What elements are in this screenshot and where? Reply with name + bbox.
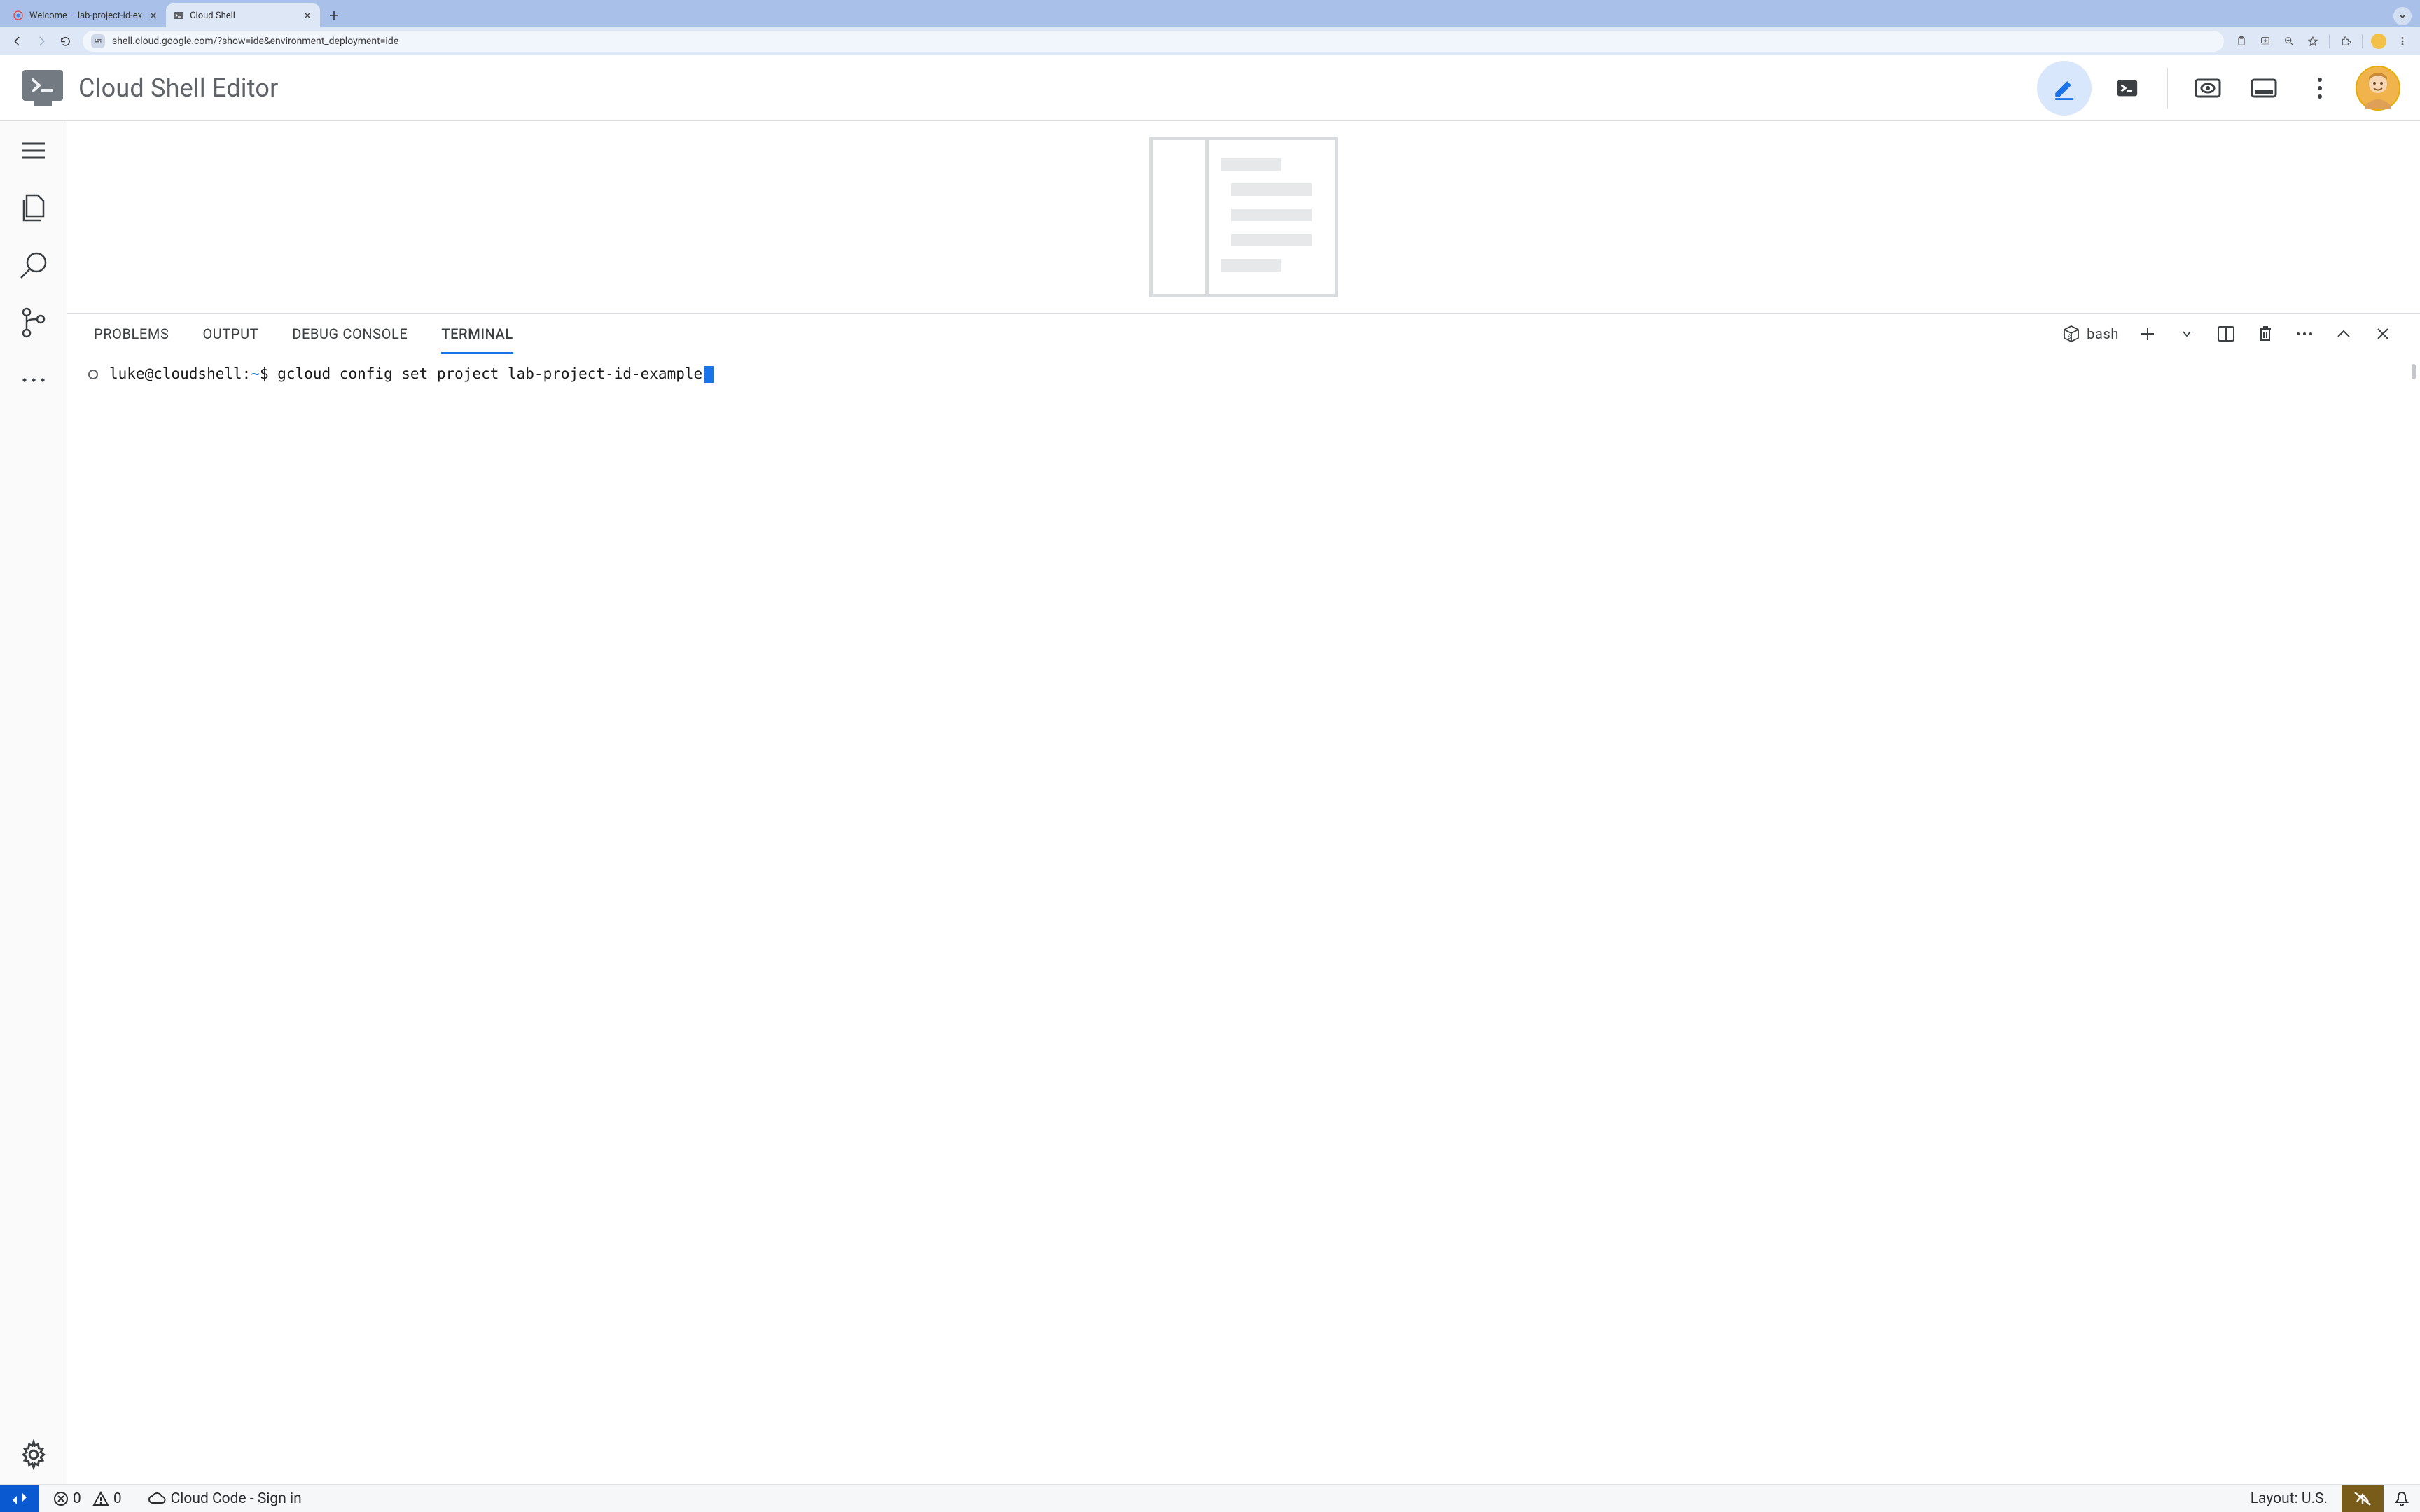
profile-avatar-icon[interactable] <box>2368 31 2389 52</box>
cloud-shell-header: Cloud Shell Editor <box>0 55 2420 121</box>
terminal-shell-label: bash <box>2087 326 2119 342</box>
editor-main-pane: PROBLEMS OUTPUT DEBUG CONSOLE TERMINAL $… <box>67 121 2420 1484</box>
cloud-icon <box>147 1492 167 1506</box>
terminal-scrollbar[interactable] <box>2412 364 2416 379</box>
svg-text:$: $ <box>2068 334 2071 340</box>
chrome-menu-icon[interactable] <box>2392 31 2413 52</box>
close-panel-button[interactable] <box>2372 323 2393 344</box>
cloud-code-label: Cloud Code - Sign in <box>171 1490 302 1507</box>
terminal-cursor-icon <box>704 366 714 383</box>
cloud-code-signin[interactable]: Cloud Code - Sign in <box>147 1490 302 1507</box>
back-button[interactable] <box>7 31 28 52</box>
panel-more-button[interactable] <box>2294 323 2315 344</box>
settings-button[interactable] <box>17 1438 50 1471</box>
warnings-value: 0 <box>113 1490 122 1507</box>
maximize-panel-button[interactable] <box>2333 323 2354 344</box>
status-warning-badge[interactable] <box>2342 1485 2384 1512</box>
more-options-button[interactable] <box>2300 68 2340 108</box>
browser-toolbar: shell.cloud.google.com/?show=ide&environ… <box>0 27 2420 55</box>
close-icon[interactable] <box>302 10 313 21</box>
empty-editor-illustration-icon <box>1149 136 1338 298</box>
status-right: Layout: U.S. <box>2237 1485 2420 1512</box>
page-title: Cloud Shell Editor <box>78 74 278 103</box>
header-divider <box>2167 68 2168 108</box>
new-tab-button[interactable] <box>324 6 344 25</box>
editor-empty-state <box>67 121 2420 313</box>
terminal-line: luke@cloudshell:~$ gcloud config set pro… <box>88 365 2399 383</box>
tab-terminal[interactable]: TERMINAL <box>441 314 513 354</box>
activity-bar <box>0 121 67 1484</box>
cloudshell-favicon-icon <box>173 10 184 21</box>
terminal-command: gcloud config set project lab-project-id… <box>277 365 702 382</box>
browser-tab-title: Cloud Shell <box>190 10 296 21</box>
clipboard-icon[interactable] <box>2231 31 2252 52</box>
reload-button[interactable] <box>55 31 76 52</box>
terminal-task-indicator-icon <box>88 370 98 379</box>
toolbar-divider <box>2329 34 2330 48</box>
gcp-favicon-icon <box>13 10 24 21</box>
browser-tab-inactive[interactable]: Welcome – lab-project-id-ex <box>6 4 166 27</box>
toolbar-right <box>2231 31 2413 52</box>
browser-tab-active[interactable]: Cloud Shell <box>166 4 320 27</box>
cloud-shell-logo-icon <box>22 70 63 106</box>
bash-cube-icon: $ <box>2063 325 2080 343</box>
open-terminal-button[interactable] <box>2107 68 2148 108</box>
search-button[interactable] <box>17 248 50 282</box>
browser-tab-title: Welcome – lab-project-id-ex <box>29 10 142 21</box>
errors-value: 0 <box>73 1490 81 1507</box>
account-avatar[interactable] <box>2356 66 2400 111</box>
kill-terminal-button[interactable] <box>2255 323 2276 344</box>
more-views-button[interactable] <box>17 363 50 397</box>
keyboard-layout-button[interactable]: Layout: U.S. <box>2237 1485 2342 1512</box>
panel-tab-bar: PROBLEMS OUTPUT DEBUG CONSOLE TERMINAL $… <box>67 314 2420 354</box>
terminal-shell-selector[interactable]: $ bash <box>2063 325 2119 343</box>
bottom-panel: PROBLEMS OUTPUT DEBUG CONSOLE TERMINAL $… <box>67 313 2420 1484</box>
close-icon[interactable] <box>148 10 159 21</box>
split-terminal-chevron-icon[interactable] <box>2176 323 2197 344</box>
toolbar-divider <box>2362 34 2363 48</box>
open-editor-button[interactable] <box>2037 61 2092 115</box>
warnings-count[interactable]: 0 <box>92 1490 122 1507</box>
terminal-prompt-symbol: $ <box>260 365 269 382</box>
tab-problems[interactable]: PROBLEMS <box>94 314 169 354</box>
bookmark-star-icon[interactable] <box>2302 31 2323 52</box>
terminal-body[interactable]: luke@cloudshell:~$ gcloud config set pro… <box>67 354 2420 1484</box>
tab-output[interactable]: OUTPUT <box>202 314 258 354</box>
errors-count[interactable]: 0 <box>53 1490 81 1507</box>
status-left: 0 0 Cloud Code - Sign in <box>39 1485 316 1512</box>
address-bar[interactable]: shell.cloud.google.com/?show=ide&environ… <box>83 31 2224 52</box>
split-terminal-button[interactable] <box>2216 323 2237 344</box>
error-icon <box>53 1491 69 1506</box>
open-in-new-window-button[interactable] <box>2244 68 2284 108</box>
forward-button[interactable] <box>31 31 52 52</box>
preview-button[interactable] <box>2188 68 2228 108</box>
source-control-button[interactable] <box>17 306 50 340</box>
work-area: PROBLEMS OUTPUT DEBUG CONSOLE TERMINAL $… <box>0 121 2420 1484</box>
remote-indicator-button[interactable] <box>0 1485 39 1512</box>
tab-search-button[interactable] <box>2393 7 2412 25</box>
zoom-icon[interactable] <box>2279 31 2300 52</box>
install-icon[interactable] <box>2255 31 2276 52</box>
terminal-prompt-user: luke@cloudshell <box>109 365 242 382</box>
warning-icon <box>92 1491 109 1506</box>
extensions-icon[interactable] <box>2335 31 2356 52</box>
address-url: shell.cloud.google.com/?show=ide&environ… <box>112 36 398 47</box>
tab-debug-console[interactable]: DEBUG CONSOLE <box>292 314 408 354</box>
menu-button[interactable] <box>17 134 50 167</box>
keyboard-layout-label: Layout: U.S. <box>2251 1490 2328 1507</box>
status-bar: 0 0 Cloud Code - Sign in Layout: U.S. <box>0 1484 2420 1512</box>
explorer-button[interactable] <box>17 191 50 225</box>
panel-actions: $ bash <box>2063 323 2393 344</box>
site-info-icon[interactable] <box>91 34 105 48</box>
header-actions <box>2037 61 2400 115</box>
terminal-prompt-path: ~ <box>251 365 260 382</box>
browser-tab-strip: Welcome – lab-project-id-ex Cloud Shell <box>0 0 2420 27</box>
new-terminal-button[interactable] <box>2137 323 2158 344</box>
notifications-button[interactable] <box>2384 1485 2420 1512</box>
